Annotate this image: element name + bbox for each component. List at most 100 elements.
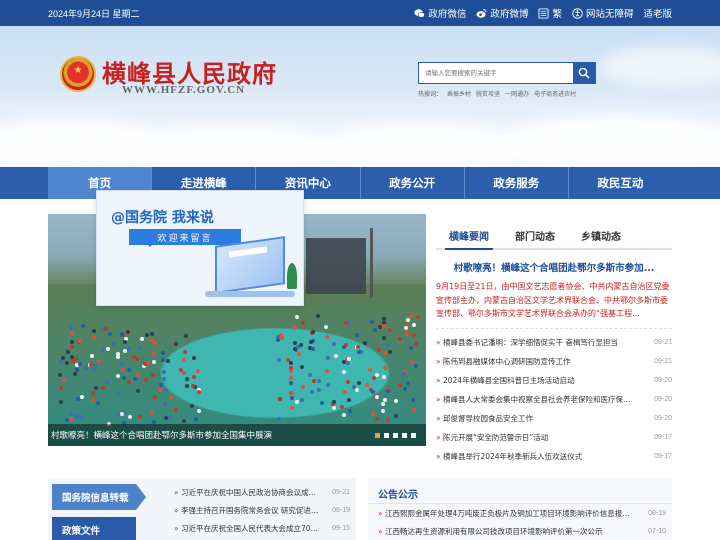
state-council-feedback-banner[interactable]: @国务院 我来说 欢迎来留言	[96, 190, 304, 306]
notices-panel: 公告公示 江西熙熙金属年处理4万吨废正负极片及铜加工项目环境影响评价信息报批前公…	[368, 478, 672, 540]
news-item[interactable]: 横峰县人大常委会集中视察全县社会养老保险和医疗保险工作 09-20	[436, 390, 672, 409]
crowd-dot	[59, 399, 64, 404]
search-button[interactable]	[573, 63, 595, 83]
crowd-dot	[150, 331, 155, 336]
crowd-dot	[122, 339, 127, 344]
carousel-caption[interactable]: 村歌嘹亮！横峰这个合唱团赴鄂尔多斯市参加全国集中展演	[48, 424, 426, 446]
list-item[interactable]: 习近平在庆祝全国人民代表大会成立70周年大会上发表重要讲话 09-15	[174, 519, 350, 537]
cloud-decoration	[320, 122, 520, 167]
wechat-link[interactable]: 政府微信	[414, 6, 466, 20]
list-item[interactable]: 习近平在庆祝中国人民政治协商会议成立75周年大会上发表重要讲话 09-21	[174, 483, 350, 501]
notice-item[interactable]: 江西熙熙金属年处理4万吨废正负极片及铜加工项目环境影响评价信息报批前公示 08-1…	[368, 504, 672, 522]
crowd-dot	[116, 373, 121, 378]
notices-title[interactable]: 公告公示	[368, 478, 672, 504]
crowd-dot	[69, 330, 74, 335]
notice-date: 07-10	[648, 527, 666, 535]
crowd-dot	[196, 389, 201, 394]
news-date: 09-20	[654, 377, 672, 384]
crowd-dot	[168, 394, 173, 399]
crowd-dot	[68, 411, 73, 416]
crowd-dot	[370, 411, 375, 416]
crowd-dot	[95, 400, 100, 405]
news-title: 横峰县人大常委会集中视察全县社会养老保险和医疗保险工作	[436, 394, 634, 405]
crowd-dot	[193, 416, 198, 421]
crowd-dot	[372, 328, 377, 333]
traditional-chinese-link[interactable]: 繁	[538, 6, 562, 20]
nav-item-gov-affairs[interactable]: 政务公开	[360, 167, 465, 199]
hot-words-label: 热搜词：	[418, 91, 443, 98]
tab-county-news[interactable]: 横峰要闻	[436, 214, 502, 250]
promo-title-prefix: @国务院	[111, 210, 167, 226]
crowd-dot	[184, 376, 189, 381]
promo-title: @国务院 我来说	[111, 207, 214, 227]
tab-department-news[interactable]: 部门动态	[502, 214, 568, 248]
crowd-dot	[289, 395, 294, 400]
crowd-dot	[58, 372, 63, 377]
news-date: 09-21	[654, 358, 672, 365]
hot-word[interactable]: 一网通办	[505, 89, 529, 98]
list-item-date: 09-21	[332, 488, 350, 496]
crowd-dot	[127, 414, 132, 419]
hot-word[interactable]: 脱贫攻坚	[476, 89, 500, 98]
notice-item[interactable]: 江西畅达再生资源利用有限公司技改项目环境影响评价第一次公示 07-10	[368, 522, 672, 540]
crowd-dot	[397, 382, 402, 387]
nav-item-services[interactable]: 政务服务	[464, 167, 569, 199]
elderly-mode-link[interactable]: 适老版	[643, 6, 672, 20]
crowd-dot	[152, 359, 157, 364]
crowd-dot	[363, 340, 368, 345]
carousel-dot[interactable]	[375, 433, 380, 438]
nav-item-interaction[interactable]: 政民互动	[568, 167, 673, 199]
tab-state-council-info[interactable]: 国务院信息转载	[52, 484, 146, 510]
divider	[436, 328, 672, 329]
crowd-dot	[58, 385, 63, 390]
crowd-dot	[347, 409, 352, 413]
crowd-dot	[190, 383, 195, 388]
news-title: 横峰县委书记潘明：深学细悟促实干 奋楫笃行显担当	[436, 337, 634, 348]
news-title: 2024年横峰县全国科普日主场活动启动	[436, 375, 634, 386]
accessibility-link[interactable]: 网站无障碍	[572, 6, 633, 20]
carousel-dot[interactable]	[411, 433, 416, 438]
crowd-dot	[132, 376, 137, 381]
news-item[interactable]: 陈伟到县融媒体中心调研国防宣传工作 09-21	[436, 352, 672, 371]
cloud-decoration	[600, 46, 720, 86]
weibo-link[interactable]: 政府微博	[476, 6, 528, 20]
crowd-dot	[343, 320, 348, 325]
crowd-dot	[143, 378, 148, 383]
current-date: 2024年9月24日 星期二	[48, 9, 140, 19]
crowd-dot	[381, 401, 386, 406]
news-item[interactable]: 横峰县举行2024年秋季新兵入伍欢送仪式 09-17	[436, 447, 672, 466]
carousel-dot[interactable]	[402, 433, 407, 438]
crowd-dot	[161, 350, 166, 355]
list-item[interactable]: 李强主持召开国务院常务会议 研究促进创业投资高质量发展 09-19	[174, 501, 350, 519]
crowd-dot	[300, 384, 305, 389]
crowd-dot	[115, 355, 120, 360]
news-item[interactable]: 2024年横峰县全国科普日主场活动启动 09-20	[436, 371, 672, 390]
tab-township-news[interactable]: 乡镇动态	[568, 214, 634, 248]
crowd-dot	[90, 353, 95, 358]
crowd-dot	[411, 407, 416, 412]
news-title: 陈伟到县融媒体中心调研国防宣传工作	[436, 356, 634, 367]
search-input[interactable]	[419, 63, 573, 83]
headline-link[interactable]: 村歌嘹亮！横峰这个合唱团赴鄂尔多斯市参加...	[436, 260, 672, 274]
promo-title-suffix: 我来说	[167, 210, 214, 226]
crowd-dot	[371, 389, 376, 394]
news-item[interactable]: 邱俊督导校园食品安全工作 09-20	[436, 409, 672, 428]
list-item-title: 习近平在庆祝全国人民代表大会成立70周年大会上发表重要讲话	[174, 523, 320, 534]
list-item-title: 李强主持召开国务院常务会议 研究促进创业投资高质量发展	[174, 505, 320, 516]
carousel-dot[interactable]	[384, 433, 389, 438]
crowd-dot	[316, 387, 321, 392]
carousel-indicators	[375, 433, 416, 438]
tab-policy-documents[interactable]: 政策文件	[52, 517, 136, 540]
hot-word[interactable]: 电子商务进农村	[534, 89, 576, 98]
crowd-dot	[195, 368, 200, 373]
hot-word[interactable]: 乘振乡村	[447, 89, 471, 98]
cloud-decoration	[120, 126, 340, 167]
base-illustration	[205, 291, 295, 297]
news-item[interactable]: 横峰县委书记潘明：深学细悟促实干 奋楫笃行显担当 09-21	[436, 333, 672, 352]
crowd-dot	[323, 325, 328, 329]
crowd-dot	[150, 373, 155, 378]
carousel-dot[interactable]	[393, 433, 398, 438]
crowd-dot	[381, 324, 386, 329]
crowd-dot	[357, 349, 362, 354]
news-item[interactable]: 陈元开展“安全防范警示日”活动 09-17	[436, 428, 672, 447]
